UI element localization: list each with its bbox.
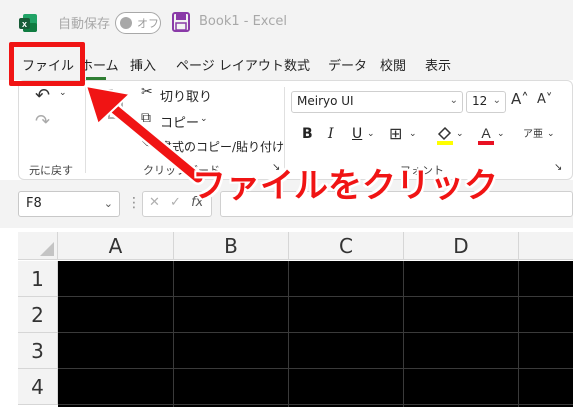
row-header-2[interactable]: 2 [18,297,58,333]
undo-group-label: 元に戻す [29,164,73,177]
row-header-3[interactable]: 3 [18,333,58,369]
chevron-down-icon[interactable]: ⌄ [409,129,417,139]
column-header-e[interactable] [519,232,573,260]
tab-review[interactable]: 校閲 [380,55,406,74]
gridline [58,332,573,333]
file-tab-highlight [9,42,85,86]
column-header-a[interactable]: A [58,232,174,260]
chevron-down-icon[interactable]: ⌄ [456,129,464,139]
increase-font-size-icon[interactable]: A˄ [511,90,529,108]
font-name-value: Meiryo UI [297,94,354,108]
save-icon[interactable] [172,12,190,32]
font-size-select[interactable]: 12 ⌄ [466,91,506,113]
fill-color-icon[interactable] [435,125,455,145]
bold-button[interactable]: B [302,126,313,142]
gridline [58,404,573,405]
title-bar: x 自動保存 オフ Book1 - Excel [0,0,573,46]
row-header-4[interactable]: 4 [18,369,58,405]
chevron-down-icon[interactable]: ⌄ [59,88,67,98]
autosave-toggle[interactable]: オフ [115,12,161,34]
font-color-icon[interactable]: A [476,125,496,145]
instruction-callout: ファイルをクリック [192,166,498,206]
gridline [403,261,404,407]
undo-icon[interactable]: ↶ [35,85,50,106]
column-header-d[interactable]: D [404,232,519,260]
gridline [288,261,289,407]
phonetic-icon[interactable]: ア亜 [523,125,543,140]
arrow-icon [84,84,205,185]
chevron-down-icon: ⌄ [492,95,501,106]
autosave-label: 自動保存 [58,17,111,32]
cancel-icon[interactable]: ✕ [149,195,160,210]
excel-logo-icon: x [19,14,37,32]
svg-text:A: A [481,125,491,141]
menu-bar: ファイル ホーム 挿入 ページ レイアウト 数式 データ 校閲 表示 [0,46,573,80]
font-name-select[interactable]: Meiryo UI ⌄ [291,91,463,113]
confirm-icon[interactable]: ✓ [170,195,181,210]
tab-formulas[interactable]: 数式 [284,55,310,74]
gridline [518,261,519,407]
column-header-c[interactable]: C [289,232,404,260]
worksheet-grid: A B C D 1 2 3 4 [0,228,573,407]
tab-page-layout[interactable]: ページ レイアウト [176,55,284,74]
selected-cell-range[interactable] [58,261,573,407]
gridline [58,368,573,369]
chevron-down-icon[interactable]: ⌄ [547,129,555,139]
underline-button[interactable]: U [352,126,362,142]
select-all-button[interactable] [18,232,58,260]
chevron-down-icon[interactable]: ⌄ [497,129,505,139]
border-icon[interactable]: ⊞ [389,124,402,143]
document-title: Book1 - Excel [199,14,288,29]
italic-button[interactable]: I [328,126,334,142]
font-size-value: 12 [472,94,488,108]
gridline [173,261,174,407]
redo-icon[interactable]: ↷ [35,111,50,132]
chevron-down-icon: ⌄ [103,197,113,210]
tab-insert[interactable]: 挿入 [130,55,156,74]
svg-text:x: x [22,19,27,29]
tab-view[interactable]: 表示 [425,55,451,74]
decrease-font-size-icon[interactable]: A˅ [537,92,552,107]
autosave-state: オフ [137,17,159,30]
more-icon[interactable]: ⋮ [127,195,141,211]
gridline [58,296,573,297]
column-header-b[interactable]: B [174,232,289,260]
row-header-1[interactable]: 1 [18,261,58,297]
select-all-icon [40,242,54,256]
chevron-down-icon[interactable]: ⌄ [367,129,375,139]
toggle-knob [120,17,132,29]
tab-home[interactable]: ホーム [80,55,119,74]
chevron-down-icon: ⌄ [449,95,458,106]
name-box-value: F8 [26,196,42,211]
name-box[interactable]: F8 ⌄ [18,191,120,217]
dialog-launcher-icon[interactable]: ↘ [554,162,562,173]
tab-data[interactable]: データ [328,55,367,74]
